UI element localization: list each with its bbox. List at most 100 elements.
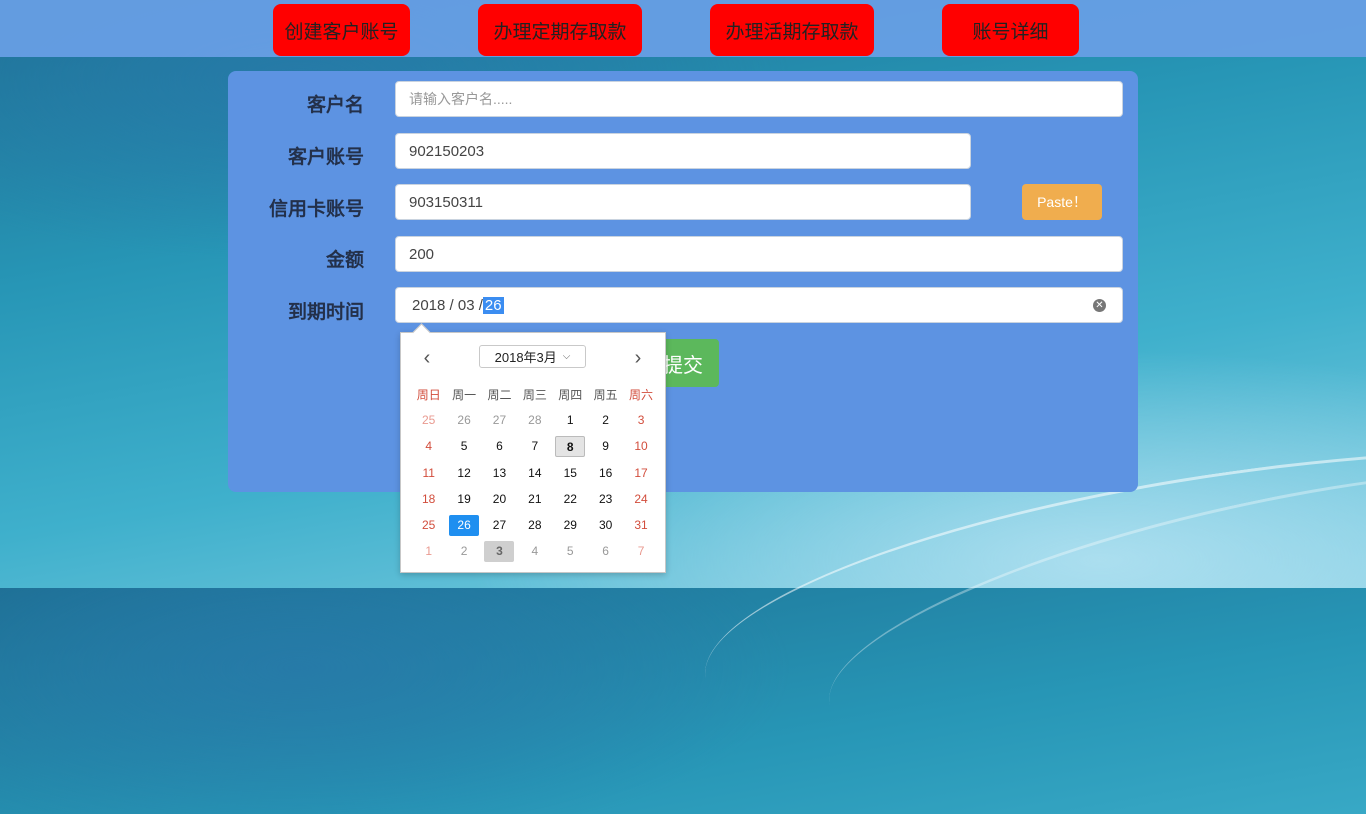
calendar-day[interactable]: 6 <box>482 436 517 457</box>
calendar-day[interactable]: 13 <box>482 463 517 484</box>
calendar-day[interactable]: 26 <box>446 515 481 537</box>
expiry-month[interactable]: 03 <box>458 297 475 314</box>
calendar-day-number: 23 <box>598 491 613 506</box>
paste-button[interactable]: Paste！ <box>1022 184 1102 220</box>
calendar-day[interactable]: 2 <box>446 541 481 562</box>
calendar-day-number: 6 <box>496 439 503 454</box>
calendar-day[interactable]: 19 <box>446 489 481 510</box>
calendar-day[interactable]: 5 <box>553 541 588 562</box>
calendar-day[interactable]: 1 <box>553 410 588 431</box>
nav-fixed-deposit-button[interactable]: 办理定期存取款 <box>478 4 642 56</box>
customer-account-input[interactable]: 902150203 <box>395 133 971 169</box>
calendar-day-number: 22 <box>563 491 577 506</box>
calendar-day[interactable]: 17 <box>623 463 658 484</box>
calendar-day[interactable]: 9 <box>588 436 623 457</box>
amount-label: 金额 <box>325 249 364 271</box>
amount-input[interactable]: 200 <box>395 236 1123 272</box>
date-picker-popup: ‹ 2018年3月 ⌵ › 周日 周一 周二 周三 周四 周五 周六 25 26 27 28 1 2 3 4… <box>400 332 666 573</box>
calendar-day[interactable]: 20 <box>482 489 517 510</box>
calendar-week-row: 4 5 6 7 8 9 10 <box>411 434 659 460</box>
calendar-grid: 周日 周一 周二 周三 周四 周五 周六 25 26 27 28 1 2 3 4 5 6 7 8 9 10 11 12 13 1… <box>411 381 659 565</box>
calendar-day[interactable]: 23 <box>588 489 623 510</box>
month-select[interactable]: 2018年3月 ⌵ <box>479 345 586 368</box>
calendar-day-number: 6 <box>602 544 609 559</box>
calendar-day-number: 26 <box>457 412 471 427</box>
calendar-day-number: 5 <box>566 544 574 559</box>
calendar-day[interactable]: 24 <box>623 489 658 510</box>
calendar-day-number: 10 <box>634 439 648 454</box>
calendar-day[interactable]: 25 <box>411 410 446 431</box>
calendar-day-number: 18 <box>422 491 436 506</box>
expiry-date-label: 到期时间 <box>287 301 364 323</box>
calendar-day[interactable]: 7 <box>517 436 552 457</box>
calendar-week-row: 1 2 3 4 5 6 7 <box>411 539 659 565</box>
calendar-day[interactable]: 18 <box>411 489 446 510</box>
calendar-day[interactable]: 11 <box>411 463 446 484</box>
nav-account-details-button[interactable]: 账号详细 <box>942 4 1079 56</box>
calendar-day-number: 16 <box>598 465 613 480</box>
calendar-day[interactable]: 14 <box>517 463 552 484</box>
weekday-label: 周三 <box>522 387 547 402</box>
calendar-day-number: 4 <box>531 544 539 559</box>
calendar-day[interactable]: 27 <box>482 515 517 536</box>
calendar-day[interactable]: 31 <box>623 515 658 536</box>
calendar-day[interactable]: 16 <box>588 463 623 484</box>
calendar-day[interactable]: 4 <box>517 541 552 562</box>
calendar-day-number: 1 <box>566 412 574 427</box>
calendar-day[interactable]: 29 <box>553 515 588 536</box>
calendar-day-number: 2 <box>460 544 468 559</box>
calendar-day-number: 27 <box>492 518 507 533</box>
calendar-day-number: 30 <box>598 518 613 533</box>
calendar-day[interactable]: 8 <box>553 436 588 458</box>
nav-create-account-button[interactable]: 创建客户账号 <box>273 4 410 56</box>
calendar-day-number: 31 <box>634 518 648 533</box>
calendar-day-number: 5 <box>460 439 468 454</box>
calendar-day[interactable]: 1 <box>411 541 446 562</box>
calendar-day-number: 19 <box>457 491 471 506</box>
calendar-day[interactable]: 7 <box>623 541 658 562</box>
next-month-icon[interactable]: › <box>627 347 649 370</box>
calendar-day[interactable]: 3 <box>482 541 517 563</box>
calendar-day[interactable]: 12 <box>446 463 481 484</box>
calendar-day[interactable]: 6 <box>588 541 623 562</box>
calendar-day[interactable]: 27 <box>482 410 517 431</box>
calendar-day-number: 13 <box>492 465 507 480</box>
calendar-day[interactable]: 15 <box>553 463 588 484</box>
calendar-week-row: 11 12 13 14 15 16 17 <box>411 460 659 486</box>
calendar-day-number: 8 <box>555 436 586 458</box>
calendar-day[interactable]: 25 <box>411 515 446 536</box>
credit-card-input[interactable]: 903150311 <box>395 184 971 220</box>
customer-name-input[interactable]: 请输入客户名..... <box>395 81 1123 117</box>
calendar-day-number: 26 <box>449 515 480 537</box>
calendar-day[interactable]: 30 <box>588 515 623 536</box>
calendar-day-number: 11 <box>422 465 435 480</box>
calendar-day[interactable]: 28 <box>517 410 552 431</box>
prev-month-icon[interactable]: ‹ <box>416 347 438 370</box>
calendar-day[interactable]: 21 <box>517 489 552 510</box>
weekday-label: 周日 <box>416 387 441 402</box>
calendar-day[interactable]: 2 <box>588 410 623 431</box>
calendar-day[interactable]: 22 <box>553 489 588 510</box>
calendar-week-row: 18 19 20 21 22 23 24 <box>411 486 659 512</box>
nav-current-deposit-button[interactable]: 办理活期存取款 <box>710 4 874 56</box>
calendar-day[interactable]: 10 <box>623 436 658 457</box>
calendar-day[interactable]: 26 <box>446 410 481 431</box>
expiry-day[interactable]: 26 <box>482 296 504 314</box>
calendar-day-number: 29 <box>563 518 577 533</box>
calendar-day-number: 14 <box>528 465 542 480</box>
weekday-label: 周六 <box>629 387 654 402</box>
calendar-day[interactable]: 28 <box>517 515 552 536</box>
calendar-day-number: 1 <box>425 544 433 559</box>
calendar-day[interactable]: 4 <box>411 436 446 457</box>
date-separator: / <box>474 296 483 314</box>
expiry-date-input[interactable]: 2018 / 03 / 26 ✕ <box>395 287 1123 323</box>
calendar-day-number: 12 <box>457 465 471 480</box>
calendar-day-number: 28 <box>528 412 542 427</box>
calendar-day-number: 25 <box>422 412 436 427</box>
weekday-label: 周一 <box>452 387 477 402</box>
calendar-day[interactable]: 5 <box>446 436 481 457</box>
calendar-week-row: 25 26 27 28 1 2 3 <box>411 407 659 433</box>
clear-icon[interactable]: ✕ <box>1093 299 1106 312</box>
calendar-day[interactable]: 3 <box>623 410 658 431</box>
expiry-year[interactable]: 2018 <box>412 297 445 314</box>
